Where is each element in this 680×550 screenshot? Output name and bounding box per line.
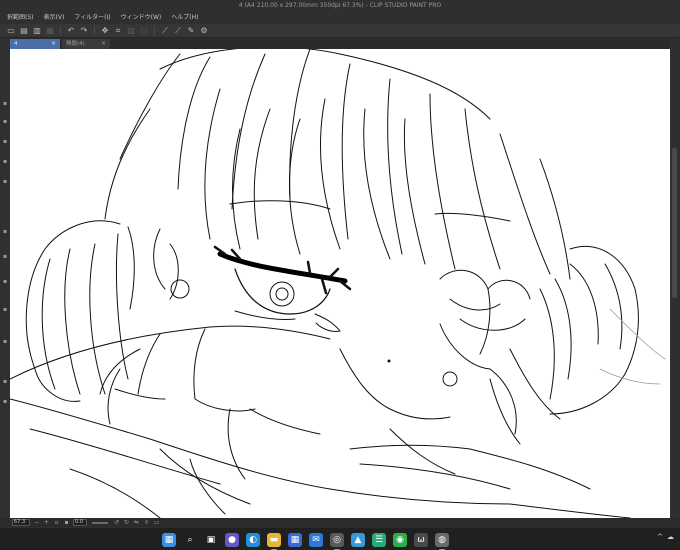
explorer-icon[interactable]: ▬ <box>267 532 281 550</box>
onedrive-icon[interactable]: ☁ <box>667 533 674 541</box>
tool-icon[interactable]: ▪ <box>1 158 9 165</box>
toolbar-separator <box>154 26 155 35</box>
status-bar: 67.3 − + ▫ ▪ 0.0 ↺ ↻ ⇋ ⌾ ▭ <box>10 518 670 527</box>
transform-icon[interactable]: ✥ <box>100 26 110 36</box>
tab-label: 無題(4) <box>66 41 85 47</box>
save-icon[interactable]: ▥ <box>32 26 42 36</box>
mail-icon[interactable]: ✉ <box>309 532 323 547</box>
crop-icon[interactable]: ⌗ <box>113 26 123 36</box>
ruler-icon[interactable]: ⟋ <box>160 26 170 36</box>
left-tool-strip: ▪ ▪ ▪ ▪ ▪ ▪ ▪ ▪ ▪ ▪ ▪ ▪ <box>0 38 10 518</box>
browser-icon[interactable]: ω <box>414 532 428 547</box>
tool-icon[interactable]: ▪ <box>1 306 9 313</box>
taskbar-apps: ▦ ⌕ ▣ ● ◐ ▬ ▦ ✉ ◎ ▲ ☰ ◉ ω ◍ <box>162 530 449 550</box>
fit-icon[interactable]: ▫ <box>53 519 60 526</box>
notes-icon[interactable]: ☰ <box>372 532 386 547</box>
tool-icon[interactable]: ▪ <box>1 138 9 145</box>
windows-taskbar: ▦ ⌕ ▣ ● ◐ ▬ ▦ ✉ ◎ ▲ ☰ ◉ ω ◍ ^ ☁ <box>0 527 680 550</box>
line-icon[interactable]: ◉ <box>393 532 407 547</box>
toolbar-separator <box>94 26 95 35</box>
rotate-right-icon[interactable]: ↻ <box>123 519 130 526</box>
drawing-canvas[interactable] <box>10 49 670 518</box>
photos-icon[interactable]: ▲ <box>351 532 365 547</box>
fill-screen-icon[interactable]: ▪ <box>63 519 70 526</box>
tool-icon[interactable]: ▪ <box>1 278 9 285</box>
menu-view[interactable]: 表示(V) <box>39 12 70 24</box>
paint-icon[interactable]: ◍ <box>435 532 449 550</box>
vertical-scrollbar[interactable] <box>670 38 680 518</box>
tool-icon[interactable]: ▪ <box>1 253 9 260</box>
tab-label: 4 <box>14 41 18 47</box>
undo-icon[interactable]: ↶ <box>66 26 76 36</box>
tab-document-4[interactable]: 4 × <box>10 39 60 49</box>
status-corner <box>0 518 10 527</box>
reset-rotation-icon[interactable]: ⌾ <box>143 519 150 526</box>
menu-help[interactable]: ヘルプ(H) <box>166 12 203 24</box>
zoom-out-icon[interactable]: − <box>33 519 40 526</box>
system-tray: ^ ☁ <box>657 533 674 541</box>
tool-icon[interactable]: ▪ <box>1 100 9 107</box>
search-icon[interactable]: ⌕ <box>183 532 197 547</box>
tool-icon[interactable]: ▪ <box>1 118 9 125</box>
fill-icon[interactable]: ▨ <box>126 26 136 36</box>
print-icon[interactable]: ▦ <box>45 26 55 36</box>
toolbar-separator <box>60 26 61 35</box>
tool-icon[interactable]: ▪ <box>1 378 9 385</box>
line-art-illustration <box>10 49 666 518</box>
tool-icon[interactable]: ▪ <box>1 338 9 345</box>
store-icon[interactable]: ▦ <box>288 532 302 547</box>
pen-icon[interactable]: ✎ <box>186 26 196 36</box>
task-view-icon[interactable]: ▣ <box>204 532 218 547</box>
menu-bar: 択範囲(S) 表示(V) フィルター(I) ウィンドウ(W) ヘルプ(H) <box>0 12 680 24</box>
settings-icon[interactable]: ⚙ <box>199 26 209 36</box>
tool-icon[interactable]: ▪ <box>1 398 9 405</box>
rotate-left-icon[interactable]: ↺ <box>113 519 120 526</box>
new-icon[interactable]: ▭ <box>6 26 16 36</box>
menu-select[interactable]: 択範囲(S) <box>2 12 39 24</box>
command-bar: ▭ ▤ ▥ ▦ ↶ ↷ ✥ ⌗ ▨ ▢ ⟋ ⟋ ✎ ⚙ <box>0 24 680 38</box>
rotation-slider[interactable] <box>92 521 108 524</box>
open-icon[interactable]: ▤ <box>19 26 29 36</box>
redo-icon[interactable]: ↷ <box>79 26 89 36</box>
navigator-icon[interactable]: ▭ <box>153 519 160 526</box>
clip-studio-icon[interactable]: ◎ <box>330 532 344 550</box>
menu-window[interactable]: ウィンドウ(W) <box>116 12 167 24</box>
start-icon[interactable]: ▦ <box>162 532 176 547</box>
clip-studio-window: 4 (A4 210.00 x 297.00mm 350dpi 67.3%) - … <box>0 0 680 550</box>
flip-icon[interactable]: ⇋ <box>133 519 140 526</box>
snap-icon[interactable]: ⟋ <box>173 26 183 36</box>
document-tabs: 4 × 無題(4) × <box>10 38 670 49</box>
clear-icon[interactable]: ▢ <box>139 26 149 36</box>
menu-filter[interactable]: フィルター(I) <box>69 12 115 24</box>
chat-icon[interactable]: ● <box>225 532 239 547</box>
close-icon[interactable]: × <box>101 39 106 49</box>
zoom-level-field[interactable]: 67.3 <box>12 519 30 526</box>
tab-untitled[interactable]: 無題(4) × <box>62 39 110 49</box>
rotation-field[interactable]: 0.0 <box>73 519 87 526</box>
tray-overflow-icon[interactable]: ^ <box>657 533 663 541</box>
zoom-in-icon[interactable]: + <box>43 519 50 526</box>
close-icon[interactable]: × <box>51 39 56 49</box>
edge-icon[interactable]: ◐ <box>246 532 260 547</box>
scrollbar-thumb[interactable] <box>672 148 677 298</box>
tool-icon[interactable]: ▪ <box>1 178 9 185</box>
window-title: 4 (A4 210.00 x 297.00mm 350dpi 67.3%) - … <box>0 0 680 12</box>
tool-icon[interactable]: ▪ <box>1 228 9 235</box>
